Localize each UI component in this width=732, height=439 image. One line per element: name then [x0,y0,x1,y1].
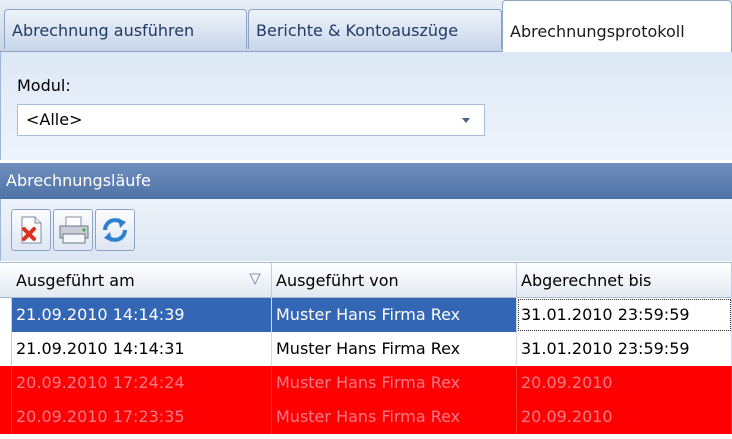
column-header-billed-until[interactable]: Abgerechnet bis [517,263,732,298]
cell-executed-by[interactable]: Muster Hans Firma Rex [272,332,517,366]
column-header-label: Ausgeführt von [276,271,399,290]
cell-executed-by[interactable]: Muster Hans Firma Rex [272,366,517,400]
table-row[interactable]: 21.09.2010 14:14:39 Muster Hans Firma Re… [0,298,732,332]
refresh-icon [103,218,127,242]
chevron-down-icon[interactable] [462,118,470,123]
module-label: Modul: [17,76,71,95]
billing-runs-grid: Ausgeführt am Ausgeführt von Abgerechnet… [0,262,732,439]
cell-executed-at[interactable]: 20.09.2010 17:23:35 [12,400,272,434]
refresh-button[interactable] [95,209,135,251]
cell-executed-by[interactable]: Muster Hans Firma Rex [272,298,517,332]
module-filter-panel: Modul: <Alle> [0,52,732,160]
cell-executed-at[interactable]: 20.09.2010 17:24:24 [12,366,272,400]
print-button[interactable] [53,209,93,251]
delete-icon [21,216,42,244]
tab-bar: Abrechnung ausführen Berichte & Kontoaus… [0,0,732,52]
row-indicator[interactable] [0,366,12,400]
column-header-label: Ausgeführt am [16,271,135,290]
row-indicator[interactable] [0,298,12,332]
row-indicator[interactable] [0,332,12,366]
cell-billed-until[interactable]: 31.01.2010 23:59:59 [517,332,732,366]
column-header-label: Abgerechnet bis [521,271,652,290]
column-header-executed-by[interactable]: Ausgeführt von [272,263,517,298]
cell-executed-by[interactable]: Muster Hans Firma Rex [272,400,517,434]
cell-billed-until[interactable]: 20.09.2010 [517,400,732,434]
cell-executed-at[interactable]: 21.09.2010 14:14:31 [12,332,272,366]
module-dropdown-value: <Alle> [26,110,83,129]
table-row[interactable]: 20.09.2010 17:24:24 Muster Hans Firma Re… [0,366,732,400]
table-row[interactable]: 20.09.2010 17:23:35 Muster Hans Firma Re… [0,400,732,434]
grid-header: Ausgeführt am Ausgeführt von Abgerechnet… [0,262,732,298]
row-indicator[interactable] [0,400,12,434]
cell-executed-at[interactable]: 21.09.2010 14:14:39 [12,298,272,332]
module-dropdown[interactable]: <Alle> [17,104,485,136]
tab-berichte-kontoauszuege[interactable]: Berichte & Kontoauszüge [248,9,502,49]
grid-toolbar [0,199,732,261]
section-title: Abrechnungsläufe [0,163,732,199]
cell-billed-until[interactable]: 31.01.2010 23:59:59 [517,298,732,332]
cell-billed-until[interactable]: 20.09.2010 [517,366,732,400]
grid-body: 21.09.2010 14:14:39 Muster Hans Firma Re… [0,298,732,434]
delete-button[interactable] [11,209,51,251]
printer-icon [59,216,89,244]
table-row[interactable]: 21.09.2010 14:14:31 Muster Hans Firma Re… [0,332,732,366]
tab-abrechnungsprotokoll[interactable]: Abrechnungsprotokoll [502,0,732,52]
column-header-executed-at[interactable]: Ausgeführt am [12,263,272,298]
sort-descending-icon [249,273,261,285]
tab-abrechnung-ausfuehren[interactable]: Abrechnung ausführen [4,9,247,49]
